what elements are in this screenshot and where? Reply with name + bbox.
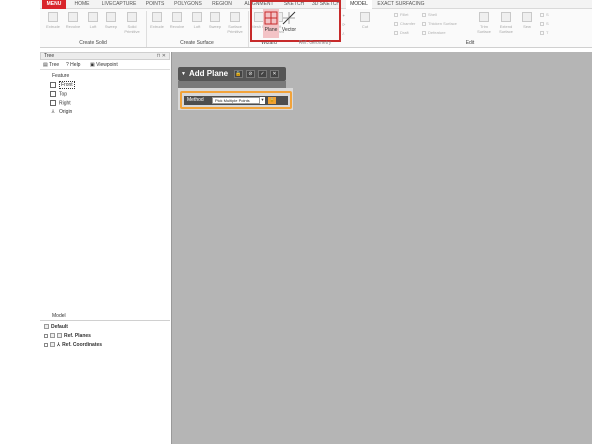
chamfer-button[interactable]: Chamfer (394, 20, 415, 27)
thicken-surface-button[interactable]: Thicken Surface (422, 20, 457, 27)
solid-sweep-button[interactable]: Sweep (102, 12, 120, 38)
more-edit-icon[interactable]: S (540, 20, 549, 27)
group-create-surface: Create Surface (180, 40, 214, 46)
surface-loft-button[interactable]: Loft (188, 12, 206, 38)
tab-tree[interactable]: ▤ Tree (43, 62, 59, 69)
sweep-icon (106, 12, 116, 22)
cut-icon (360, 12, 370, 22)
extrude-icon (152, 12, 162, 22)
tab-help[interactable]: ? Help (66, 62, 80, 69)
shell-icon (422, 12, 426, 17)
ok-icon[interactable]: ✓ (258, 70, 267, 78)
solid-revolve-button[interactable]: Revolve (64, 12, 82, 38)
solid-primitive-icon (127, 12, 137, 22)
fillet-button[interactable]: Fillet (394, 11, 408, 18)
surface-primitive-button[interactable]: Surface Primitive (224, 12, 246, 38)
loft-icon (88, 12, 98, 22)
tab-polygons[interactable]: POLYGONS (172, 0, 204, 9)
defeature-button[interactable]: Defeature (422, 29, 446, 36)
revolve-icon (172, 12, 182, 22)
pin-close-icon[interactable]: ⊓ ✕ (157, 53, 166, 59)
add-plane-dialog-header: ▼ Add Plane 🔒 ⊘ ✓ ✕ (178, 67, 286, 81)
surface-sweep-button[interactable]: Sweep (206, 12, 224, 38)
feature-header: Feature (52, 73, 70, 79)
coordinate-icon: ⅄ (57, 342, 61, 348)
ref-rotate-icon[interactable]: ⟳ (342, 21, 345, 28)
close-icon[interactable]: ✕ (270, 70, 279, 78)
ref-geometry-highlight (250, 0, 341, 42)
shell-button[interactable]: Shell (422, 11, 437, 18)
model-tree: Default Ref. Planes ⅄ Ref. Coordinates (40, 320, 170, 444)
model-icon (44, 324, 49, 330)
tab-exact-surfacing[interactable]: EXACT SURFACING (374, 0, 428, 9)
group-ref-geometry: Ref. Geometry (298, 40, 332, 46)
checkbox-icon[interactable] (50, 333, 55, 339)
feature-top[interactable]: Top (50, 91, 67, 98)
plane-icon (50, 91, 56, 97)
tab-livecapture[interactable]: LIVECAPTURE (98, 0, 140, 9)
cut-button[interactable]: Cut (356, 12, 374, 38)
plane-icon (50, 82, 56, 88)
trim-surface-button[interactable]: Trim Surface (474, 12, 494, 38)
more-edit-icon[interactable]: S (540, 11, 549, 18)
fillet-icon (394, 12, 398, 17)
dialog-section-strip (178, 81, 286, 88)
plane-icon (57, 333, 62, 339)
model-item-ref-planes[interactable]: Ref. Planes (44, 333, 91, 340)
revolve-icon (68, 12, 78, 22)
ref-point-icon[interactable]: ✦ (342, 12, 345, 19)
3d-viewport[interactable] (171, 52, 592, 444)
checkbox-icon[interactable] (50, 342, 55, 348)
sew-button[interactable]: Sew (518, 12, 536, 38)
tab-points[interactable]: POINTS (142, 0, 168, 9)
dialog-title: Add Plane (189, 69, 229, 78)
surface-primitive-icon (230, 12, 240, 22)
trim-icon (479, 12, 489, 22)
solid-extrude-button[interactable]: Extrude (44, 12, 62, 38)
feature-right[interactable]: Right (50, 100, 71, 107)
extend-surface-button[interactable]: Extend Surface (496, 12, 516, 38)
method-highlight (180, 91, 292, 109)
extrude-icon (48, 12, 58, 22)
sew-icon (522, 12, 532, 22)
solid-primitive-button[interactable]: Solid Primitive (122, 12, 142, 38)
extend-icon (501, 12, 511, 22)
surface-revolve-button[interactable]: Revolve (168, 12, 186, 38)
solid-loft-button[interactable]: Loft (84, 12, 102, 38)
cancel-icon[interactable]: ⊘ (246, 70, 255, 78)
surface-extrude-button[interactable]: Extrude (148, 12, 166, 38)
feature-front[interactable]: Front (50, 81, 75, 90)
plane-icon (50, 100, 56, 106)
loft-icon (192, 12, 202, 22)
tree-tabs: ▤ Tree ? Help ▣ Viewpoint (40, 61, 170, 70)
tab-viewpoint[interactable]: ▣ Viewpoint (90, 62, 118, 69)
defeature-icon (422, 30, 426, 35)
chamfer-icon (394, 21, 398, 26)
model-item-default[interactable]: Default (44, 324, 68, 331)
thicken-icon (422, 21, 426, 26)
model-header: Model (52, 313, 66, 319)
draft-button[interactable]: Draft (394, 29, 409, 36)
tab-home[interactable]: HOME (70, 0, 94, 9)
sweep-icon (210, 12, 220, 22)
tab-menu[interactable]: MENU (42, 0, 66, 9)
group-create-solid: Create Solid (79, 40, 107, 46)
draft-icon (394, 30, 398, 35)
expand-icon[interactable] (44, 342, 48, 347)
feature-origin[interactable]: ⅄ Origin (50, 109, 72, 116)
more-edit-icon[interactable]: T (540, 29, 548, 36)
group-edit: Edit (465, 40, 475, 46)
expand-icon[interactable] (44, 333, 48, 338)
ref-coordinate-icon[interactable]: ⅄ (342, 30, 344, 37)
coordinate-icon: ⅄ (51, 109, 55, 115)
tab-region[interactable]: REGION (208, 0, 236, 9)
tab-model[interactable]: MODEL (346, 0, 372, 9)
lock-icon[interactable]: 🔒 (234, 70, 243, 78)
collapse-icon[interactable]: ▼ (181, 71, 186, 77)
model-item-ref-coordinates[interactable]: ⅄ Ref. Coordinates (44, 342, 102, 349)
tree-panel-title: Tree ⊓ ✕ (40, 52, 170, 60)
